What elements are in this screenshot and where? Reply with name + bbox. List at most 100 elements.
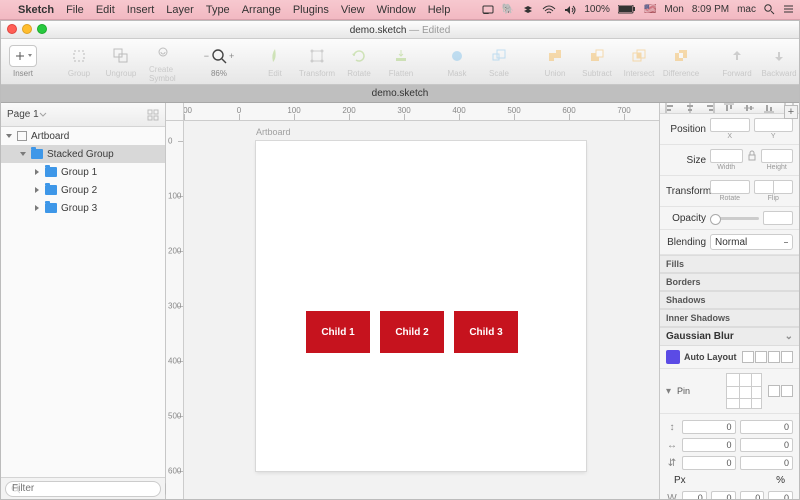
menu-insert[interactable]: Insert — [127, 4, 155, 16]
group-tool[interactable]: Group — [65, 45, 93, 78]
spacing-top[interactable]: 0 — [682, 420, 736, 434]
y-input[interactable] — [754, 118, 794, 132]
subtract-tool[interactable]: Subtract — [583, 45, 611, 78]
flatten-tool[interactable]: Flatten — [387, 45, 415, 78]
menu-file[interactable]: File — [66, 4, 84, 16]
close-button[interactable] — [7, 24, 17, 34]
rotate-input[interactable] — [710, 180, 750, 194]
wifi-icon[interactable] — [542, 5, 556, 15]
layer-filter — [1, 477, 165, 499]
zoom-button[interactable] — [37, 24, 47, 34]
battery-icon — [618, 5, 636, 14]
document-tab[interactable]: demo.sketch — [1, 85, 799, 103]
align-controls — [660, 103, 799, 114]
layer-group-3[interactable]: Group 3 — [1, 199, 165, 217]
flip-buttons[interactable] — [754, 180, 794, 194]
lock-icon[interactable] — [747, 149, 757, 163]
layer-stacked-group[interactable]: Stacked Group — [1, 145, 165, 163]
intersect-tool[interactable]: Intersect — [625, 45, 653, 78]
spotlight-icon[interactable] — [764, 4, 775, 15]
sketch-window: demo.sketch — Edited Insert Group Ungrou… — [0, 20, 800, 500]
align-vcenter-icon[interactable] — [744, 103, 754, 113]
section-shadows[interactable]: Shadows — [660, 291, 799, 309]
forward-tool[interactable]: Forward — [723, 45, 751, 78]
ruler-vertical[interactable]: 0100200300400500600 — [166, 121, 184, 499]
clock-time[interactable]: 8:09 PM — [692, 4, 729, 15]
menu-edit[interactable]: Edit — [96, 4, 115, 16]
difference-tool[interactable]: Difference — [667, 45, 695, 78]
artboard[interactable]: Child 1 Child 2 Child 3 — [256, 141, 586, 471]
insert-tool[interactable]: Insert — [9, 45, 37, 78]
stacked-group[interactable]: Child 1 Child 2 Child 3 — [306, 311, 518, 353]
scale-tool[interactable]: Scale — [485, 45, 513, 78]
minimize-button[interactable] — [22, 24, 32, 34]
transform-tool[interactable]: Transform — [303, 45, 331, 78]
auto-layout-header: Auto Layout — [660, 346, 799, 369]
create-symbol-tool[interactable]: Create Symbol — [149, 41, 177, 83]
auto-layout-modes[interactable] — [742, 351, 793, 363]
w-1[interactable]: 0 — [682, 491, 707, 499]
add-tab-button[interactable]: + — [784, 105, 798, 119]
menu-view[interactable]: View — [341, 4, 365, 16]
menu-plugins[interactable]: Plugins — [293, 4, 329, 16]
artboard-label[interactable]: Artboard — [256, 127, 291, 137]
dropbox-icon[interactable] — [522, 5, 534, 15]
x-input[interactable] — [710, 118, 750, 132]
spacing-btm-2[interactable]: 0 — [740, 456, 794, 470]
titlebar[interactable]: demo.sketch — Edited — [1, 21, 799, 39]
volume-icon[interactable] — [564, 5, 576, 15]
menu-arrange[interactable]: Arrange — [242, 4, 281, 16]
page-grid-icon[interactable] — [147, 109, 159, 121]
menu-layer[interactable]: Layer — [166, 4, 194, 16]
w-4[interactable]: 0 — [768, 491, 793, 499]
canvas[interactable]: Artboard Child 1 Child 2 Child 3 — [184, 121, 659, 499]
rotate-tool[interactable]: Rotate — [345, 45, 373, 78]
layer-group-2[interactable]: Group 2 — [1, 181, 165, 199]
section-blur[interactable]: Gaussian Blur⌄ — [660, 327, 799, 346]
page-selector[interactable]: Page 1 — [1, 103, 165, 127]
pin-extras[interactable] — [768, 385, 793, 397]
w-3[interactable]: 0 — [740, 491, 765, 499]
align-right-icon[interactable] — [705, 103, 715, 113]
backward-tool[interactable]: Backward — [765, 45, 793, 78]
section-inner-shadows[interactable]: Inner Shadows — [660, 309, 799, 327]
mask-tool[interactable]: Mask — [443, 45, 471, 78]
screencast-icon[interactable] — [482, 5, 494, 15]
child-2[interactable]: Child 2 — [380, 311, 444, 353]
spacing-btm[interactable]: 0 — [682, 456, 736, 470]
spacing-right[interactable]: 0 — [740, 438, 794, 452]
align-top-icon[interactable] — [724, 103, 734, 113]
layer-group-1[interactable]: Group 1 — [1, 163, 165, 181]
height-input[interactable] — [761, 149, 794, 163]
menu-window[interactable]: Window — [377, 4, 416, 16]
zoom-tool[interactable]: −+86% — [205, 45, 233, 78]
opacity-input[interactable] — [763, 211, 793, 225]
ruler-horizontal[interactable]: -1000100200300400500600700 — [166, 103, 659, 121]
spacing-left[interactable]: 0 — [682, 438, 736, 452]
section-borders[interactable]: Borders — [660, 273, 799, 291]
layer-artboard[interactable]: Artboard — [1, 127, 165, 145]
flag-icon[interactable]: 🇺🇸 — [644, 4, 656, 15]
align-left-icon[interactable] — [665, 103, 675, 113]
child-1[interactable]: Child 1 — [306, 311, 370, 353]
child-3[interactable]: Child 3 — [454, 311, 518, 353]
ruler-origin[interactable] — [166, 103, 184, 121]
opacity-slider[interactable] — [710, 217, 759, 220]
layers-panel: Page 1 Artboard Stacked Group Group 1 Gr… — [1, 103, 166, 499]
menu-type[interactable]: Type — [206, 4, 230, 16]
app-menu[interactable]: Sketch — [18, 4, 54, 16]
section-fills[interactable]: Fills — [660, 255, 799, 273]
align-hcenter-icon[interactable] — [685, 103, 695, 113]
edit-tool[interactable]: Edit — [261, 45, 289, 78]
align-bottom-icon[interactable] — [764, 103, 774, 113]
union-tool[interactable]: Union — [541, 45, 569, 78]
ungroup-tool[interactable]: Ungroup — [107, 45, 135, 78]
notification-icon[interactable] — [783, 4, 794, 15]
blend-mode-select[interactable]: Normal — [710, 234, 793, 250]
width-input[interactable] — [710, 149, 743, 163]
menu-help[interactable]: Help — [428, 4, 451, 16]
pin-grid[interactable] — [726, 373, 762, 409]
w-2[interactable]: 0 — [711, 491, 736, 499]
spacing-top-2[interactable]: 0 — [740, 420, 794, 434]
filter-input[interactable] — [5, 481, 161, 497]
